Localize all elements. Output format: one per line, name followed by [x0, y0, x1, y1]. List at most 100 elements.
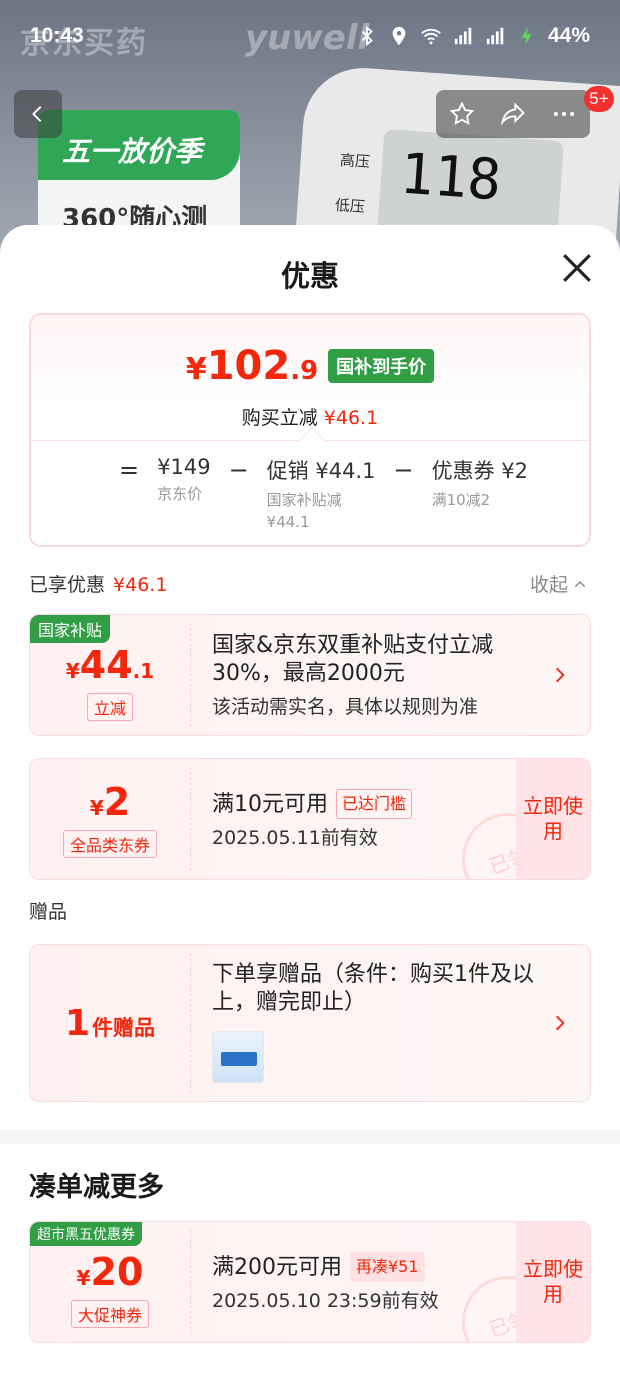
subsidy-type-tag: 立减 — [86, 693, 133, 721]
subsidy-amount-dec: .1 — [132, 659, 155, 683]
supermarket-coupon-card: 超市黑五优惠券 ¥20 大促神券 满200元可用 再凑¥51 2025.05.10… — [29, 1221, 591, 1343]
supermarket-coupon-currency: ¥ — [76, 1266, 91, 1290]
coupon-condition: 满10元可用 已达门槛 — [212, 788, 510, 819]
close-icon[interactable] — [560, 251, 594, 285]
battery-level: 44% — [547, 24, 590, 47]
enjoyed-label: 已享优惠 — [29, 574, 106, 596]
signal-5g-icon-2 — [486, 27, 504, 45]
promo-discount-label: 国家补贴减 — [266, 491, 342, 509]
subsidy-currency: ¥ — [65, 659, 80, 683]
enjoyed-value: ¥46.1 — [113, 574, 168, 596]
sheet-title: 优惠 — [280, 259, 339, 293]
supermarket-coupon-value: 20 — [90, 1250, 144, 1294]
subsidy-amount-block: ¥44.1 立减 — [30, 615, 190, 735]
jd-coupon-card: ¥2 全品类东券 满10元可用 已达门槛 2025.05.11前有效 已领 立即使… — [29, 758, 591, 880]
coupon-amount-value: 2 — [103, 780, 131, 824]
collapse-button[interactable]: 收起 — [530, 570, 588, 597]
price-currency: ¥ — [185, 352, 207, 387]
gift-amount-block: 1 件赠品 — [30, 945, 190, 1101]
top-action-group — [436, 90, 590, 138]
coupon-condition-text: 满10元可用 — [212, 791, 328, 817]
monitor-reading: 118 — [397, 141, 504, 214]
monitor-label-high: 高压 — [339, 150, 371, 172]
formula-equals: = — [119, 456, 140, 484]
promo-discount-label-2: ¥44.1 — [266, 513, 310, 531]
status-time: 10:43 — [30, 24, 84, 47]
location-icon — [392, 26, 406, 46]
subsidy-price-badge: 国补到手价 — [328, 349, 435, 383]
bluetooth-icon — [361, 25, 373, 47]
section-divider-band — [0, 1130, 620, 1144]
share-icon[interactable] — [499, 100, 527, 128]
base-price: ¥149 — [157, 455, 211, 479]
coupon-amount: ¥2 — [90, 780, 130, 824]
supermarket-coupon-amount-block: ¥20 大促神券 — [30, 1222, 190, 1342]
subsidy-title: 国家&京东双重补贴支付立减30%，最高2000元 — [212, 632, 494, 686]
supermarket-coupon-amount: ¥20 — [77, 1250, 144, 1294]
coupon-discount: 优惠券 ¥2 — [431, 459, 528, 483]
monitor-label-low: 低压 — [334, 195, 366, 217]
add-more-chip: 再凑¥51 — [350, 1251, 425, 1282]
more-deals-title: 凑单减更多 — [29, 1172, 164, 1203]
gift-count-label: 件赠品 — [92, 1015, 156, 1040]
coupon-type-tag: 全品类东券 — [62, 830, 157, 858]
dashed-separator — [190, 767, 191, 871]
message-count-badge: 5+ — [584, 86, 614, 112]
formula-promo: 促销 ¥44.1 国家补贴减 ¥44.1 — [267, 455, 376, 533]
star-icon[interactable] — [448, 100, 476, 128]
formula-minus-1: − — [228, 456, 249, 484]
formula-base: ¥149 京东价 — [157, 455, 210, 533]
subsidy-desc: 该活动需实名，具体以规则为准 — [212, 695, 479, 718]
supermarket-coupon-type-tag: 大促神券 — [70, 1300, 149, 1328]
formula-coupon: 优惠券 ¥2 满10减2 — [432, 455, 528, 533]
base-price-label: 京东价 — [157, 485, 203, 503]
chevron-right-icon — [556, 667, 565, 683]
card-notch — [299, 427, 325, 453]
final-price-card: ¥ 102 .9 国补到手价 购买立减 ¥46.1 = ¥149 京东价 − 促销… — [29, 313, 591, 547]
instant-saving: 购买立减 ¥46.1 — [31, 403, 589, 430]
final-price: ¥ 102 .9 国补到手价 — [31, 343, 589, 389]
saving-label: 购买立减 — [241, 407, 318, 429]
gift-info: 下单享赠品（条件：购买1件及以上，赠完即止） — [212, 945, 540, 1101]
use-now-button[interactable]: 立即使用 — [516, 1222, 590, 1342]
gift-section-label: 赠品 — [29, 901, 68, 923]
charging-icon — [521, 26, 532, 46]
gift-title: 下单享赠品（条件：购买1件及以上，赠完即止） — [212, 962, 534, 1015]
threshold-reached-chip: 已达门槛 — [336, 788, 413, 819]
gift-count: 1 — [64, 1002, 91, 1044]
enjoyed-discount: 已享优惠 ¥46.1 — [29, 570, 167, 597]
dashed-separator — [190, 1230, 191, 1334]
gift-card[interactable]: 1 件赠品 下单享赠品（条件：购买1件及以上，赠完即止） — [29, 944, 591, 1102]
subsidy-amount: ¥44.1 — [66, 643, 154, 687]
coupon-discount-label: 满10减2 — [431, 491, 491, 509]
coupon-amount-block: ¥2 全品类东券 — [30, 759, 190, 879]
subsidy-info: 国家&京东双重补贴支付立减30%，最高2000元 该活动需实名，具体以规则为准 — [212, 615, 540, 735]
use-now-button[interactable]: 立即使用 — [516, 759, 590, 879]
supermarket-coupon-condition-text: 满200元可用 — [212, 1254, 342, 1280]
status-bar: 10:43 44% — [0, 0, 620, 72]
collapse-label: 收起 — [530, 574, 569, 596]
back-button[interactable] — [14, 90, 62, 138]
subsidy-amount-int: 44 — [79, 643, 133, 687]
price-decimal: .9 — [290, 356, 319, 386]
gift-amount: 1 件赠品 — [65, 1003, 155, 1044]
coupon-currency: ¥ — [89, 796, 104, 820]
national-subsidy-card[interactable]: 国家补贴 ¥44.1 立减 国家&京东双重补贴支付立减30%，最高2000元 该… — [29, 614, 591, 736]
more-icon[interactable] — [550, 100, 578, 128]
formula-minus-2: − — [393, 456, 414, 484]
promo-discount: 促销 ¥44.1 — [266, 459, 376, 483]
discount-sheet: 优惠 ¥ 102 .9 国补到手价 购买立减 ¥46.1 = ¥149 京东价 −… — [0, 225, 620, 1386]
wifi-icon — [421, 28, 441, 45]
dashed-separator — [190, 953, 191, 1093]
gift-product-image[interactable] — [212, 1031, 264, 1083]
chevron-right-icon — [556, 1015, 565, 1031]
dashed-separator — [190, 623, 191, 727]
promo-title: 五一放价季 — [62, 135, 203, 168]
price-formula: = ¥149 京东价 − 促销 ¥44.1 国家补贴减 ¥44.1 − 优惠券 … — [119, 455, 528, 533]
signal-5g-icon — [454, 27, 472, 45]
saving-value: ¥46.1 — [323, 407, 379, 429]
price-integer: 102 — [206, 343, 291, 389]
chevron-up-icon — [574, 580, 586, 587]
chevron-left-icon — [32, 106, 42, 122]
supermarket-coupon-condition: 满200元可用 再凑¥51 — [212, 1251, 510, 1282]
